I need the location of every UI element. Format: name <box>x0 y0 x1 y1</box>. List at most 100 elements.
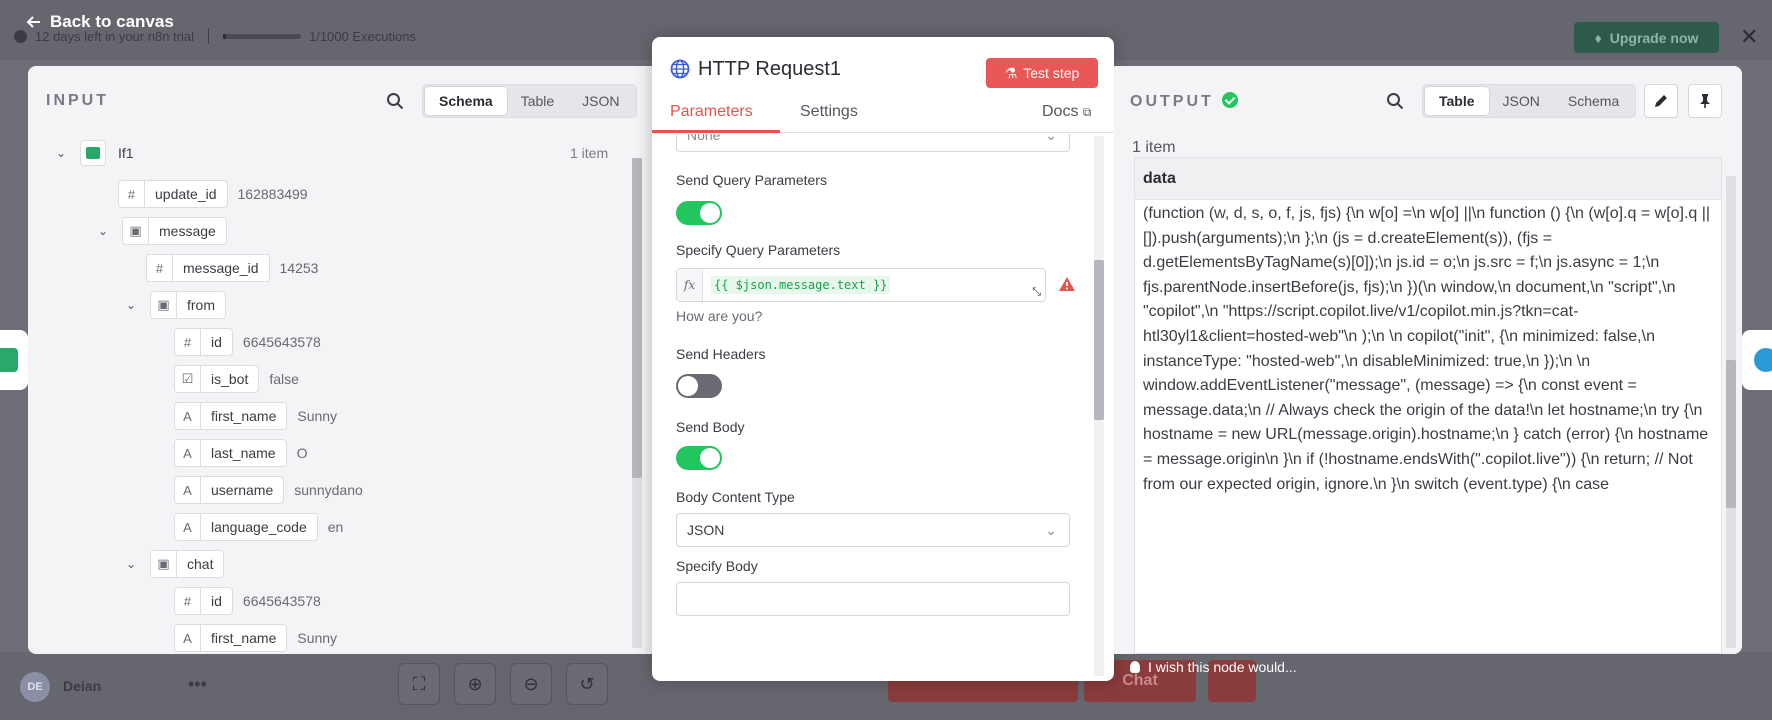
query-preview: How are you? <box>676 308 763 324</box>
tab-table[interactable]: Table <box>507 87 568 115</box>
field-from[interactable]: ⌄ ▣ from <box>126 291 226 319</box>
if-node-icon <box>80 140 106 166</box>
field-language-code[interactable]: Alanguage_code en <box>174 513 343 541</box>
chevron-down-icon: ⌄ <box>1045 134 1057 143</box>
field-first-name[interactable]: Afirst_name Sunny <box>174 402 337 430</box>
edit-output-button[interactable] <box>1644 84 1678 118</box>
field-chat[interactable]: ⌄ ▣ chat <box>126 550 225 578</box>
number-type-icon: # <box>147 255 173 281</box>
tree-node-if1[interactable]: ⌄ If1 <box>56 139 134 167</box>
body-content-type-label: Body Content Type <box>676 489 795 505</box>
output-title: OUTPUT <box>1130 92 1238 111</box>
fit-view-icon[interactable]: ⛶ <box>398 663 440 705</box>
chevron-down-icon[interactable]: ⌄ <box>56 146 70 160</box>
gem-icon: ♦ <box>1594 29 1602 46</box>
string-type-icon: A <box>175 440 201 466</box>
close-icon[interactable]: ✕ <box>1740 24 1758 50</box>
tab-schema[interactable]: Schema <box>1554 87 1633 115</box>
tab-parameters[interactable]: Parameters <box>670 103 753 121</box>
pin-icon <box>1700 94 1710 108</box>
next-node[interactable] <box>1742 330 1772 390</box>
executions-count: 1/1000 Executions <box>308 28 416 44</box>
tab-json[interactable]: JSON <box>568 87 633 115</box>
number-type-icon: # <box>119 181 145 207</box>
object-type-icon: ▣ <box>123 218 149 244</box>
avatar[interactable]: DE <box>20 672 50 702</box>
string-type-icon: A <box>175 403 201 429</box>
chevron-down-icon[interactable]: ⌄ <box>98 224 112 238</box>
reset-icon[interactable]: ↺ <box>566 663 608 705</box>
more-icon[interactable]: ••• <box>188 674 207 695</box>
lightbulb-icon <box>1130 661 1140 673</box>
field-message-id[interactable]: # message_id 14253 <box>146 254 318 282</box>
feedback-link[interactable]: I wish this node would... <box>1130 659 1297 675</box>
docs-link[interactable]: Docs ⧉ <box>1042 103 1091 121</box>
previous-node[interactable] <box>0 330 28 390</box>
external-link-icon: ⧉ <box>1082 105 1092 119</box>
test-step-button[interactable]: ⚗ Test step <box>986 58 1098 88</box>
tab-settings[interactable]: Settings <box>800 103 858 121</box>
input-panel: INPUT Schema Table JSON ⌄ If1 1 item # up… <box>28 66 652 654</box>
search-icon[interactable] <box>386 92 404 110</box>
params-scrollbar-thumb[interactable] <box>1094 260 1104 420</box>
flask-icon: ⚗ <box>1004 64 1018 81</box>
send-query-toggle[interactable] <box>676 201 722 225</box>
field-chat-first-name[interactable]: Afirst_name Sunny <box>174 624 337 652</box>
tab-schema[interactable]: Schema <box>425 87 507 115</box>
string-type-icon: A <box>175 514 201 540</box>
chevron-down-icon: ⌄ <box>1045 522 1057 538</box>
specify-body-select[interactable] <box>676 582 1070 616</box>
node-title[interactable]: HTTP Request1 <box>698 58 841 81</box>
chevron-down-icon[interactable]: ⌄ <box>126 557 140 571</box>
fx-icon: fx <box>677 269 703 301</box>
canvas-zoom-tools: ⛶ ⊕ ⊖ ↺ <box>398 663 608 705</box>
authentication-select[interactable]: None ⌄ <box>676 134 1070 152</box>
number-type-icon: # <box>175 329 201 355</box>
specify-body-label: Specify Body <box>676 558 758 574</box>
string-type-icon: A <box>175 477 201 503</box>
parameters-body: None ⌄ Send Query Parameters Specify Que… <box>652 134 1114 681</box>
pencil-icon <box>1655 95 1667 107</box>
tab-table[interactable]: Table <box>1425 87 1489 115</box>
output-item-count: 1 item <box>1132 139 1176 156</box>
pin-data-button[interactable] <box>1688 84 1722 118</box>
field-username[interactable]: Ausername sunnydano <box>174 476 363 504</box>
field-is-bot[interactable]: ☑ is_bot false <box>174 365 299 393</box>
output-view-tabs: Table JSON Schema <box>1422 84 1637 118</box>
body-content-type-select[interactable]: JSON ⌄ <box>676 513 1070 547</box>
globe-icon <box>670 59 690 79</box>
field-update-id[interactable]: # update_id 162883499 <box>118 180 308 208</box>
back-to-canvas-link[interactable]: Back to canvas <box>26 12 174 32</box>
query-expression-input[interactable]: fx {{ $json.message.text }} ⤡ <box>676 268 1046 302</box>
input-view-tabs: Schema Table JSON <box>422 84 637 118</box>
object-type-icon: ▣ <box>151 551 177 577</box>
send-query-label: Send Query Parameters <box>676 172 827 188</box>
zoom-in-icon[interactable]: ⊕ <box>454 663 496 705</box>
number-type-icon: # <box>175 588 201 614</box>
zoom-out-icon[interactable]: ⊖ <box>510 663 552 705</box>
send-body-toggle[interactable] <box>676 446 722 470</box>
checkbox-type-icon: ☑ <box>175 366 201 392</box>
field-message[interactable]: ⌄ ▣ message <box>98 217 227 245</box>
send-headers-toggle[interactable] <box>676 374 722 398</box>
expand-icon[interactable]: ⤡ <box>1032 286 1041 299</box>
input-item-count: 1 item <box>570 145 609 161</box>
upgrade-button[interactable]: ♦ Upgrade now <box>1574 22 1719 53</box>
search-icon[interactable] <box>1386 92 1404 110</box>
input-scrollbar-thumb[interactable] <box>632 158 642 478</box>
field-chat-id[interactable]: # id 6645643578 <box>174 587 321 615</box>
specify-query-label: Specify Query Parameters <box>676 242 841 258</box>
output-column-header: data <box>1134 157 1722 199</box>
output-scrollbar-thumb[interactable] <box>1726 360 1736 508</box>
send-body-label: Send Body <box>676 419 745 435</box>
string-type-icon: A <box>175 625 201 651</box>
field-from-id[interactable]: # id 6645643578 <box>174 328 321 356</box>
chevron-down-icon[interactable]: ⌄ <box>126 298 140 312</box>
node-parameters-panel: HTTP Request1 ⚗ Test step Parameters Set… <box>652 37 1114 681</box>
send-headers-label: Send Headers <box>676 346 766 362</box>
output-panel: OUTPUT Table JSON Schema 1 item data (fu… <box>1114 66 1742 654</box>
field-last-name[interactable]: Alast_name O <box>174 439 307 467</box>
warning-icon[interactable] <box>1058 276 1076 292</box>
tab-json[interactable]: JSON <box>1489 87 1554 115</box>
executions-progress <box>222 33 301 39</box>
